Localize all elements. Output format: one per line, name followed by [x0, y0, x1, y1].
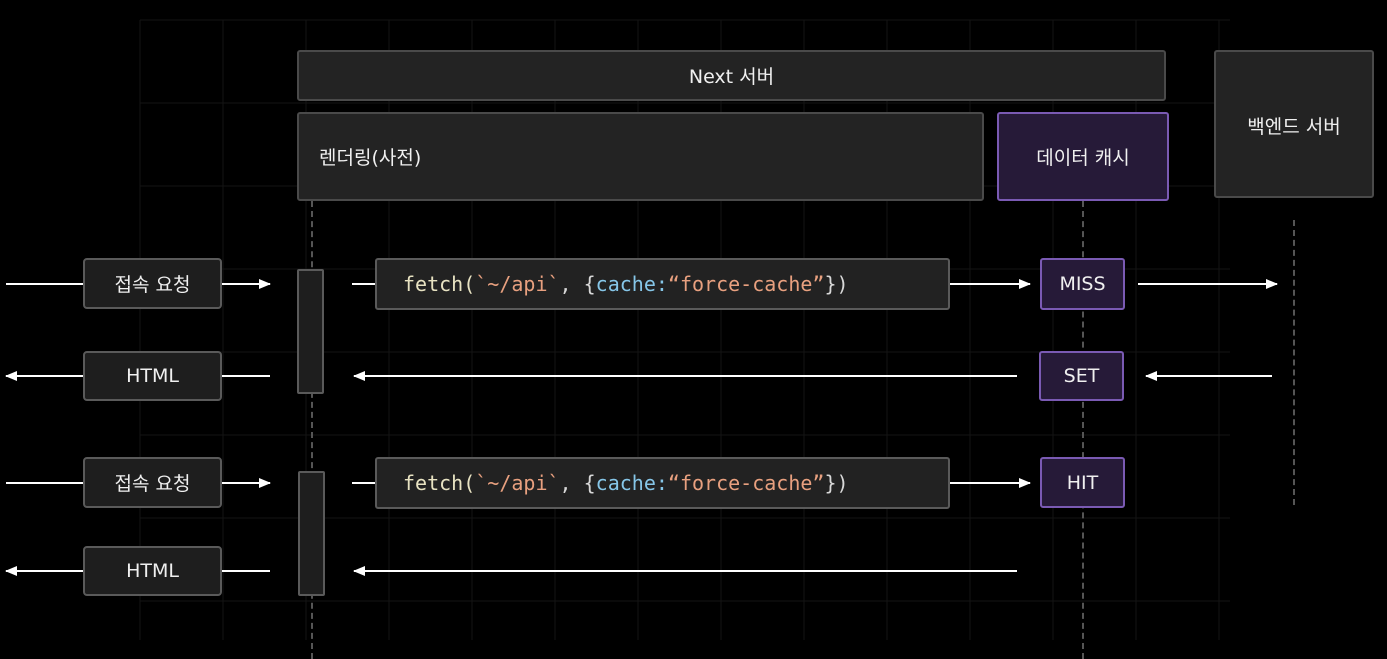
fetch-sep: , { [559, 272, 596, 296]
miss-label: MISS [1059, 273, 1106, 295]
set-box: SET [1039, 351, 1124, 401]
request-label: 접속 요청 [114, 473, 191, 495]
html-label: HTML [126, 560, 179, 582]
fetch-close: }) [824, 471, 849, 495]
fetch-fn: fetch( [403, 272, 476, 296]
hit-label: HIT [1066, 471, 1099, 494]
html-label: HTML [126, 365, 179, 387]
request-box: 접속 요청 [83, 258, 222, 309]
fetch-value: “force-cache” [667, 471, 825, 495]
set-label: SET [1063, 365, 1100, 387]
request-label: 접속 요청 [114, 274, 191, 296]
fetch-key: cache: [595, 272, 668, 296]
html-box: HTML [83, 351, 222, 401]
fetch-key: cache: [595, 471, 668, 495]
fetch-url: `~/api` [475, 471, 560, 495]
hit-box: HIT [1040, 457, 1125, 508]
miss-box: MISS [1040, 258, 1125, 310]
fetch-call-box: fetch(`~/api`, {cache: “force-cache”}) [375, 258, 950, 310]
fetch-sep: , { [559, 471, 596, 495]
fetch-fn: fetch( [403, 471, 476, 495]
fetch-call-box: fetch(`~/api`, {cache: “force-cache”}) [375, 457, 950, 509]
request-box: 접속 요청 [83, 457, 222, 508]
fetch-url: `~/api` [475, 272, 560, 296]
html-box: HTML [83, 546, 222, 596]
fetch-value: “force-cache” [667, 272, 825, 296]
fetch-close: }) [824, 272, 849, 296]
